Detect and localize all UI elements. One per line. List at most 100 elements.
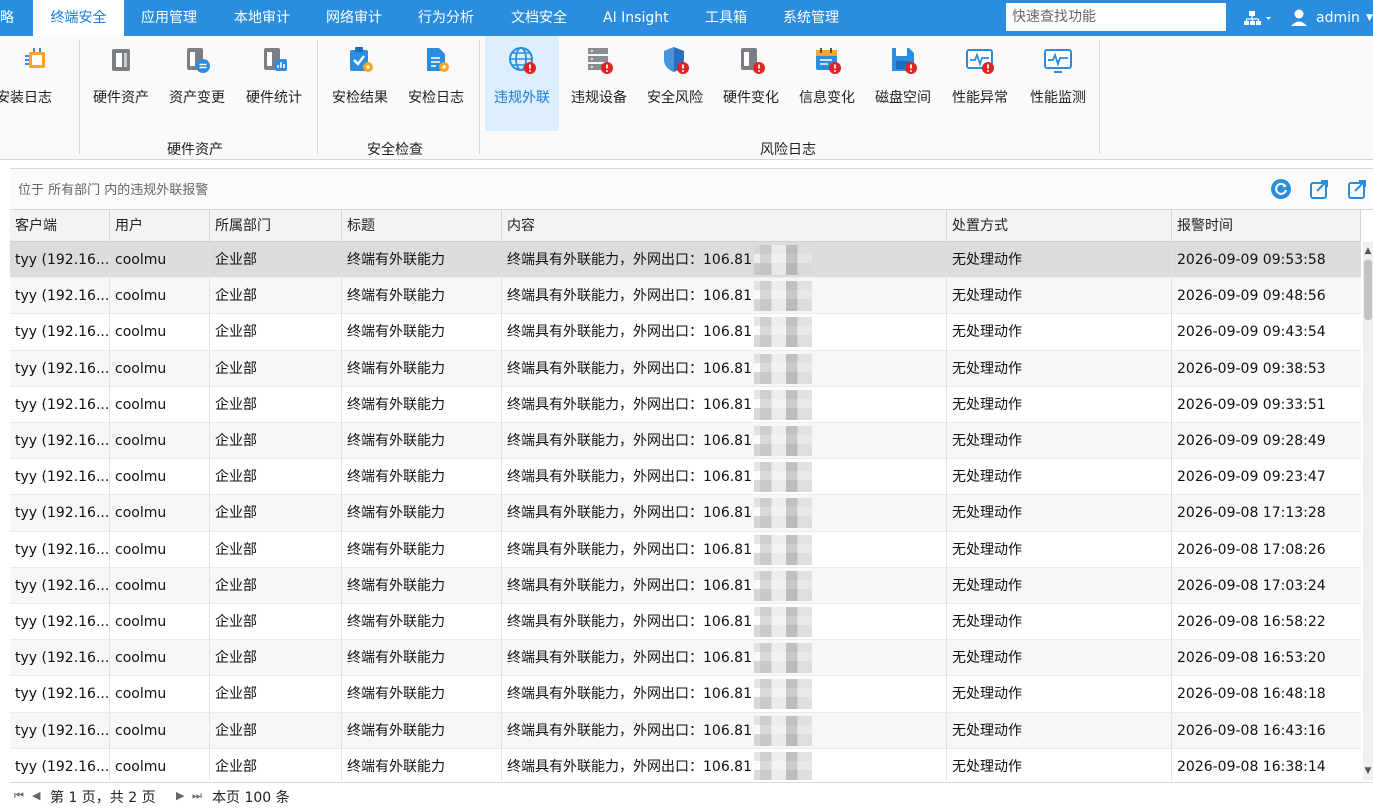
table-row[interactable]: tyy (192.16... coolmu 企业部 终端有外联能力 终端具有外联能力，外… [10,676,1361,713]
table-row[interactable]: tyy (192.16... coolmu 企业部 终端有外联能力 终端具有外联能力，外… [10,278,1361,315]
grid-body: tyy (192.16... coolmu 企业部 终端有外联能力 终端具有外联能力，外… [10,242,1361,780]
scroll-down-icon[interactable]: ▼ [1363,766,1373,776]
quick-search-input[interactable] [1006,3,1226,31]
ribbon-security-risk-button[interactable]: 安全风险 [639,36,711,131]
table-row[interactable]: tyy (192.16... coolmu 企业部 终端有外联能力 终端具有外联能力，外… [10,604,1361,641]
cell-user: coolmu [110,350,210,387]
table-row[interactable]: tyy (192.16... coolmu 企业部 终端有外联能力 终端具有外联能力，外… [10,712,1361,749]
cell-department-text: 企业部 [215,288,257,305]
nav-item-system-management[interactable]: 系统管理 [783,0,839,36]
table-row[interactable]: tyy (192.16... coolmu 企业部 终端有外联能力 终端具有外联能力，外… [10,242,1361,279]
table-row[interactable]: tyy (192.16... coolmu 企业部 终端有外联能力 终端具有外联能力，外… [10,350,1361,387]
cell-action-text: 无处理动作 [952,758,1022,775]
cell-title: 终端有外联能力 [342,640,502,677]
table-row[interactable]: tyy (192.16... coolmu 企业部 终端有外联能力 终端具有外联能力，外… [10,748,1361,780]
column-header-client[interactable]: 客户端 [10,210,110,242]
table-row[interactable]: tyy (192.16... coolmu 企业部 终端有外联能力 终端具有外联能力，外… [10,640,1361,677]
nav-item-toolbox[interactable]: 工具箱 [705,0,747,36]
table-row[interactable]: tyy (192.16... coolmu 企业部 终端有外联能力 终端具有外联能力，外… [10,531,1361,568]
nav-item-doc-security[interactable]: 文档安全 [511,0,567,36]
ribbon-hardware-asset-button[interactable]: 硬件资产 [86,36,156,131]
scroll-thumb[interactable] [1364,260,1372,320]
first-page-icon[interactable]: ⏮ [14,789,24,803]
grid-vertical-scrollbar[interactable]: ▲ ▼ [1363,242,1373,780]
cell-alarm-time-text: 2026-09-09 09:53:58 [1177,252,1326,268]
cell-action: 无处理动作 [947,567,1172,604]
cell-client: tyy (192.16... [10,640,110,677]
ribbon-hardware-change-button[interactable]: 硬件变化 [715,36,787,131]
cell-user: coolmu [110,495,210,532]
redacted-ip-mask [754,353,812,384]
ribbon-info-change-button[interactable]: 信息变化 [791,36,863,131]
cell-client: tyy (192.16... [10,242,110,278]
column-header-department[interactable]: 所属部门 [210,210,342,242]
cell-department: 企业部 [210,242,342,278]
export-icon[interactable] [1308,178,1330,200]
cell-content-text: 终端具有外联能力，外网出口：106.81 [507,469,752,486]
table-row[interactable]: tyy (192.16... coolmu 企业部 终端有外联能力 终端具有外联能力，外… [10,567,1361,604]
column-header-alarm-time[interactable]: 报警时间 [1172,210,1361,242]
cell-title-text: 终端有外联能力 [347,288,445,305]
cell-title: 终端有外联能力 [342,314,502,351]
nav-item-behavior-analysis[interactable]: 行为分析 [418,0,474,36]
ribbon-illegal-outreach-label: 违规外联 [494,90,550,106]
last-page-icon[interactable]: ⏭ [192,789,202,803]
prev-page-icon[interactable]: ◀ [32,789,40,802]
cell-user: coolmu [110,604,210,640]
ribbon-hardware-stats-button[interactable]: 硬件统计 [238,36,310,131]
cell-content: 终端具有外联能力，外网出口：106.81 [502,386,947,423]
asset-change-icon [187,48,210,73]
ribbon-asset-change-button[interactable]: 资产变更 [162,36,232,131]
column-header-title[interactable]: 标题 [342,210,502,242]
column-header-action[interactable]: 处置方式 [947,210,1172,242]
cell-client: tyy (192.16... [10,314,110,351]
cell-department: 企业部 [210,567,342,604]
cell-content: 终端具有外联能力，外网出口：106.81 [502,459,947,496]
cell-department-text: 企业部 [215,541,257,558]
table-row[interactable]: tyy (192.16... coolmu 企业部 终端有外联能力 终端具有外联能力，外… [10,495,1361,532]
cell-user-text: coolmu [115,541,167,558]
cell-alarm-time: 2026-09-08 17:13:28 [1172,495,1361,531]
column-header-content[interactable]: 内容 [502,210,947,242]
cell-action: 无处理动作 [947,640,1172,677]
refresh-icon[interactable] [1270,178,1292,200]
table-row[interactable]: tyy (192.16... coolmu 企业部 终端有外联能力 终端具有外联能力，外… [10,459,1361,496]
ribbon-perf-abnormal-button[interactable]: 性能异常 [943,36,1017,131]
table-row[interactable]: tyy (192.16... coolmu 企业部 终端有外联能力 终端具有外联能力，外… [10,386,1361,423]
cell-title-text: 终端有外联能力 [347,541,445,558]
next-page-icon[interactable]: ▶ [176,789,184,802]
ribbon-disk-space-button[interactable]: 磁盘空间 [867,36,939,131]
scroll-up-icon[interactable]: ▲ [1363,246,1373,256]
nav-item-endpoint-security[interactable]: 终端安全 [33,0,124,36]
cell-title: 终端有外联能力 [342,278,502,315]
org-chart-icon[interactable] [1242,0,1274,36]
table-row[interactable]: tyy (192.16... coolmu 企业部 终端有外联能力 终端具有外联能力，外… [10,423,1361,460]
nav-item-local-audit[interactable]: 本地审计 [234,0,290,36]
ribbon-install-log-button[interactable]: 安装日志 [0,36,72,131]
illegal-outreach-icon [509,47,536,74]
ribbon-perf-monitor-button[interactable]: 性能监测 [1021,36,1095,131]
ribbon-illegal-device-button[interactable]: 违规设备 [563,36,635,131]
cell-content: 终端具有外联能力，外网出口：106.81 [502,423,947,459]
nav-item-strategy[interactable]: 略 [0,0,28,36]
cell-alarm-time: 2026-09-09 09:43:54 [1172,314,1361,350]
cell-department: 企业部 [210,314,342,351]
page-info: 第 1 页，共 2 页 [50,790,156,806]
ribbon-check-result-button[interactable]: 安检结果 [324,36,396,131]
user-menu[interactable]: admin ▼ [1290,0,1373,36]
ribbon-illegal-outreach-button[interactable]: 违规外联 [485,36,559,131]
cell-department-text: 企业部 [215,614,257,630]
nav-item-ai-insight[interactable]: AI Insight [603,0,669,36]
cell-action: 无处理动作 [947,278,1172,315]
cell-title: 终端有外联能力 [342,531,502,568]
nav-item-app-management[interactable]: 应用管理 [141,0,197,36]
ribbon-check-log-button[interactable]: 安检日志 [400,36,472,131]
ribbon-info-change-label: 信息变化 [799,90,855,106]
table-row[interactable]: tyy (192.16... coolmu 企业部 终端有外联能力 终端具有外联能力，外… [10,314,1361,351]
cell-alarm-time-text: 2026-09-08 16:58:22 [1177,614,1326,630]
nav-item-network-audit[interactable]: 网络审计 [326,0,382,36]
cell-user: coolmu [110,314,210,351]
column-header-user[interactable]: 用户 [110,210,210,242]
export-all-icon[interactable] [1346,178,1368,200]
redacted-ip-mask [754,245,812,275]
